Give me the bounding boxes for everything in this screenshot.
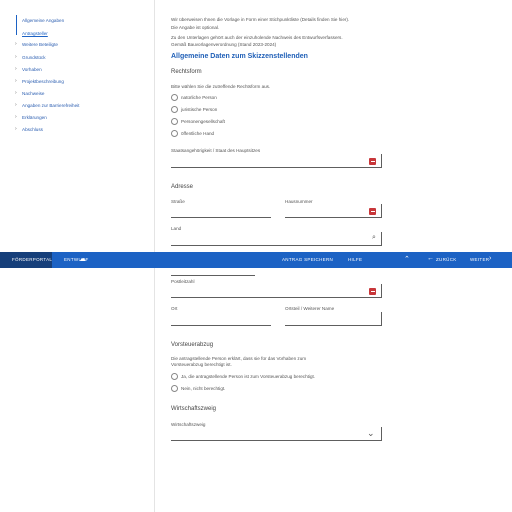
chevron-right-icon: › xyxy=(15,41,17,47)
radio-label: Nein, nicht berechtigt. xyxy=(181,386,226,391)
ortsteil-input[interactable] xyxy=(285,312,382,326)
radio-vorsteuer-ja[interactable] xyxy=(171,373,178,380)
radio-label: Ja, die antragstellende Person ist zum V… xyxy=(181,374,316,379)
radio-label: juristische Person xyxy=(181,107,218,112)
wirtschaftszweig-select[interactable] xyxy=(171,427,382,441)
save-button[interactable]: ANTRAG SPEICHERN xyxy=(282,257,333,262)
strasse-input[interactable] xyxy=(171,204,271,218)
radio-oeffentlich[interactable] xyxy=(171,130,178,137)
hausnummer-input[interactable] xyxy=(285,204,382,218)
sidebar-item-nachweise[interactable]: Nachweise xyxy=(22,91,44,96)
select-label: Staatsangehörigkeit / Staat des Hauptsit… xyxy=(171,148,261,153)
radio-vorsteuer-nein[interactable] xyxy=(171,385,178,392)
sidebar-item-allgemein[interactable]: Allgemeine Angaben xyxy=(22,18,64,23)
intro-text: Zu den Unterlagen gehört auch der einzuh… xyxy=(171,35,343,40)
vorsteuer-text: Die antragstellende Person erklärt, dass… xyxy=(171,356,307,361)
next-button[interactable]: WEITER xyxy=(470,257,489,262)
sidebar-item-barrierefreiheit[interactable]: Angaben zur Barrierefreiheit xyxy=(22,103,79,108)
chevron-right-icon: › xyxy=(15,78,17,84)
back-button[interactable]: ZURÜCK xyxy=(436,257,457,262)
ortsteil-label: Ortsteil / Weiterer Name xyxy=(285,306,335,311)
sidebar-item-projekt[interactable]: Projektbeschreibung xyxy=(22,79,64,84)
vorsteuer-text: Vorsteuerabzug berechtigt ist. xyxy=(171,362,232,367)
app-label: FÖRDERPORTAL xyxy=(12,257,53,262)
chevron-right-icon: › xyxy=(15,114,17,120)
chevron-right-icon: › xyxy=(489,255,492,262)
sidebar-item-grundstueck[interactable]: Grundstück xyxy=(22,55,46,60)
intro-text: Die Angabe ist optional. xyxy=(171,25,220,30)
intro-text: Gemäß Bauvorlagenverordnung (Stand 2023-… xyxy=(171,42,277,47)
intro-text: Wir überweisen Ihnen die Vorlage in Form… xyxy=(171,17,350,22)
radio-label: öffentliche Hand xyxy=(181,131,215,136)
radio-label: natürliche Person xyxy=(181,95,217,100)
sidebar-item-beteiligte[interactable]: Weitere Beteiligte xyxy=(22,42,58,47)
help-button[interactable]: HILFE xyxy=(348,257,362,262)
chevron-right-icon: › xyxy=(15,54,17,60)
vorsteuer-heading: Vorsteuerabzug xyxy=(171,342,214,348)
chevron-right-icon: › xyxy=(15,90,17,96)
radio-label: Personengesellschaft xyxy=(181,119,225,124)
error-icon xyxy=(369,288,376,295)
radio-juristisch[interactable] xyxy=(171,106,178,113)
ort-input[interactable] xyxy=(171,312,271,326)
sidebar-item-erklaerungen[interactable]: Erklärungen xyxy=(22,115,47,120)
arrow-left-icon: ← xyxy=(427,255,435,262)
error-icon xyxy=(369,158,376,165)
radio-natuerlich[interactable] xyxy=(171,94,178,101)
land-select[interactable] xyxy=(171,232,382,246)
staat-select[interactable] xyxy=(171,154,382,168)
adresse-heading: Adresse xyxy=(171,184,194,190)
cloud-icon: ☁ xyxy=(79,256,87,263)
land-label: Land xyxy=(171,226,182,231)
error-icon xyxy=(369,208,376,215)
postleitzahl-input[interactable] xyxy=(171,284,382,298)
sidebar-item-antragsteller[interactable]: Antragsteller xyxy=(22,31,48,36)
wirtschaft-heading: Wirtschaftszweig xyxy=(171,406,217,412)
action-bar: FÖRDERPORTAL ENTWURF ☁ ANTRAG SPEICHERN … xyxy=(0,252,512,268)
sidebar-item-abschluss[interactable]: Abschluss xyxy=(22,127,43,132)
ort-label: Ort xyxy=(171,306,178,311)
chevron-up-icon[interactable]: ⌃ xyxy=(404,255,410,263)
chevron-right-icon: › xyxy=(15,66,17,72)
sidebar-item-vorhaben[interactable]: Vorhaben xyxy=(22,67,42,72)
active-indicator xyxy=(16,15,17,35)
rechtsform-heading: Rechtsform xyxy=(171,69,202,75)
section-title: Allgemeine Daten zum Skizzenstellenden xyxy=(171,53,308,60)
search-icon[interactable]: ⌕ xyxy=(372,234,376,242)
rechtsform-hint: Bitte wählen Sie die zutreffende Rechtsf… xyxy=(171,84,271,89)
chevron-right-icon: › xyxy=(15,102,17,108)
radio-personengesellschaft[interactable] xyxy=(171,118,178,125)
chevron-down-icon: ⌄ xyxy=(367,428,375,438)
chevron-right-icon: › xyxy=(15,126,17,132)
